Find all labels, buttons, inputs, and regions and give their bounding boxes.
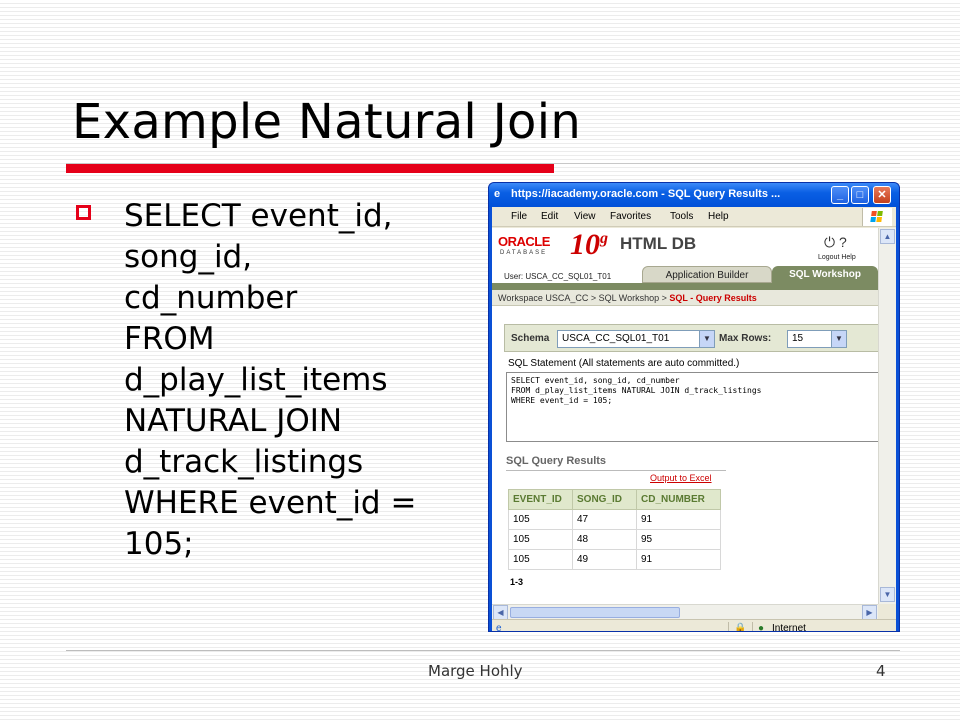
bullet-line: FROM xyxy=(124,321,215,357)
tab-sql-workshop[interactable]: SQL Workshop xyxy=(772,266,878,283)
results-rule xyxy=(506,470,726,471)
windows-logo-icon xyxy=(862,208,892,226)
schema-toolbar: Schema USCA_CC_SQL01_T01 ▼ Max Rows: 15 ▼ xyxy=(504,324,878,352)
bullet-line: d_play_list_items xyxy=(124,362,388,398)
status-separator xyxy=(752,622,753,631)
breadcrumb-path[interactable]: Workspace USCA_CC > SQL Workshop > xyxy=(498,293,669,303)
table-header-row: EVENT_ID SONG_ID CD_NUMBER xyxy=(508,489,721,510)
bullet-line: SELECT event_id, xyxy=(124,198,393,234)
menu-favorites[interactable]: Favorites xyxy=(610,211,651,222)
tab-application-builder[interactable]: Application Builder xyxy=(642,266,772,283)
close-button[interactable]: ✕ xyxy=(873,186,891,204)
scroll-up-icon[interactable]: ▲ xyxy=(880,229,895,244)
title-rule-accent xyxy=(66,164,554,173)
sql-editor[interactable]: SELECT event_id, song_id, cd_number FROM… xyxy=(506,372,878,442)
menu-view[interactable]: View xyxy=(574,211,596,222)
minimize-button[interactable]: _ xyxy=(831,186,849,204)
table-row: 105 48 95 xyxy=(508,529,721,550)
footer-author: Marge Hohly xyxy=(428,662,523,680)
breadcrumb-current: SQL - Query Results xyxy=(669,293,757,303)
bullet-line: song_id, xyxy=(124,239,253,275)
maximize-button[interactable]: □ xyxy=(851,186,869,204)
globe-icon: ● xyxy=(758,623,765,632)
vertical-scrollbar[interactable]: ▲ ▼ xyxy=(878,228,896,604)
header-band xyxy=(492,283,878,290)
page-done-icon: e xyxy=(496,623,502,632)
browser-client: File Edit View Favorites Tools Help ORAC… xyxy=(492,207,896,632)
menu-bar: File Edit View Favorites Tools Help xyxy=(492,207,896,227)
sql-statement-label: SQL Statement (All statements are auto c… xyxy=(508,358,740,369)
ie-icon: e xyxy=(494,188,501,200)
version-number: 10g xyxy=(570,228,608,261)
scroll-down-icon[interactable]: ▼ xyxy=(880,587,895,602)
lock-icon: 🔒 xyxy=(734,623,747,632)
column-header: EVENT_ID xyxy=(508,489,573,510)
table-cell: 95 xyxy=(636,529,721,550)
breadcrumb: Workspace USCA_CC > SQL Workshop > SQL -… xyxy=(492,290,878,306)
browser-title: https://iacademy.oracle.com - SQL Query … xyxy=(511,188,781,200)
product-name: HTML DB xyxy=(620,234,697,253)
table-cell: 105 xyxy=(508,529,573,550)
oracle-logo-sub: DATABASE xyxy=(500,250,548,256)
menu-file[interactable]: File xyxy=(511,211,527,222)
status-bar: e 🔒 ● Internet xyxy=(492,619,896,632)
max-rows-select[interactable]: 15 ▼ xyxy=(787,330,847,348)
horizontal-scrollbar[interactable]: ◀ ▶ xyxy=(492,604,878,620)
chevron-down-icon: ▼ xyxy=(831,331,846,347)
table-row: 105 49 91 xyxy=(508,549,721,570)
bullet-line: NATURAL JOIN xyxy=(124,403,343,439)
results-title: SQL Query Results xyxy=(506,455,607,467)
bullet-line: cd_number xyxy=(124,280,298,316)
schema-label: Schema xyxy=(511,333,550,344)
slide-title: Example Natural Join xyxy=(72,94,582,150)
footer-rule xyxy=(66,650,900,651)
bullet-line: 105; xyxy=(124,526,194,562)
logout-help-icons[interactable]: ⏻ ? xyxy=(824,234,847,251)
status-separator xyxy=(728,622,729,631)
results-table: EVENT_ID SONG_ID CD_NUMBER 105 47 91 105… xyxy=(508,489,721,570)
row-count: 1-3 xyxy=(510,577,524,587)
table-cell: 48 xyxy=(572,529,637,550)
bullet-square-icon xyxy=(76,205,91,220)
menu-edit[interactable]: Edit xyxy=(541,211,558,222)
output-to-excel-link[interactable]: Output to Excel xyxy=(650,473,712,483)
scroll-right-icon[interactable]: ▶ xyxy=(862,605,877,620)
browser-window: e https://iacademy.oracle.com - SQL Quer… xyxy=(488,182,900,632)
table-cell: 49 xyxy=(572,549,637,570)
oracle-logo: ORACLE xyxy=(498,234,550,249)
max-rows-label: Max Rows: xyxy=(719,333,772,344)
menu-tools[interactable]: Tools xyxy=(670,211,693,222)
table-cell: 91 xyxy=(636,549,721,570)
browser-titlebar[interactable]: e https://iacademy.oracle.com - SQL Quer… xyxy=(489,183,899,207)
logout-help-links[interactable]: Logout Help xyxy=(818,254,856,261)
chevron-down-icon: ▼ xyxy=(699,331,714,347)
table-cell: 105 xyxy=(508,549,573,570)
column-header: SONG_ID xyxy=(572,489,637,510)
column-header: CD_NUMBER xyxy=(636,489,721,510)
bullet-line: WHERE event_id = xyxy=(124,485,417,521)
user-label: User: USCA_CC_SQL01_T01 xyxy=(504,272,612,281)
bullet-text: SELECT event_id, song_id, cd_number FROM… xyxy=(124,196,474,565)
bullet-line: d_track_listings xyxy=(124,444,364,480)
page-number: 4 xyxy=(876,662,886,680)
table-row: 105 47 91 xyxy=(508,509,721,530)
table-cell: 105 xyxy=(508,509,573,530)
table-cell: 91 xyxy=(636,509,721,530)
horizontal-scroll-thumb[interactable] xyxy=(510,607,680,618)
scroll-left-icon[interactable]: ◀ xyxy=(493,605,508,620)
table-cell: 47 xyxy=(572,509,637,530)
menu-help[interactable]: Help xyxy=(708,211,729,222)
page-content: ORACLE DATABASE 10g HTML DB ⏻ ? Logout H… xyxy=(492,228,878,604)
schema-select[interactable]: USCA_CC_SQL01_T01 ▼ xyxy=(557,330,715,348)
status-zone: Internet xyxy=(772,623,806,632)
